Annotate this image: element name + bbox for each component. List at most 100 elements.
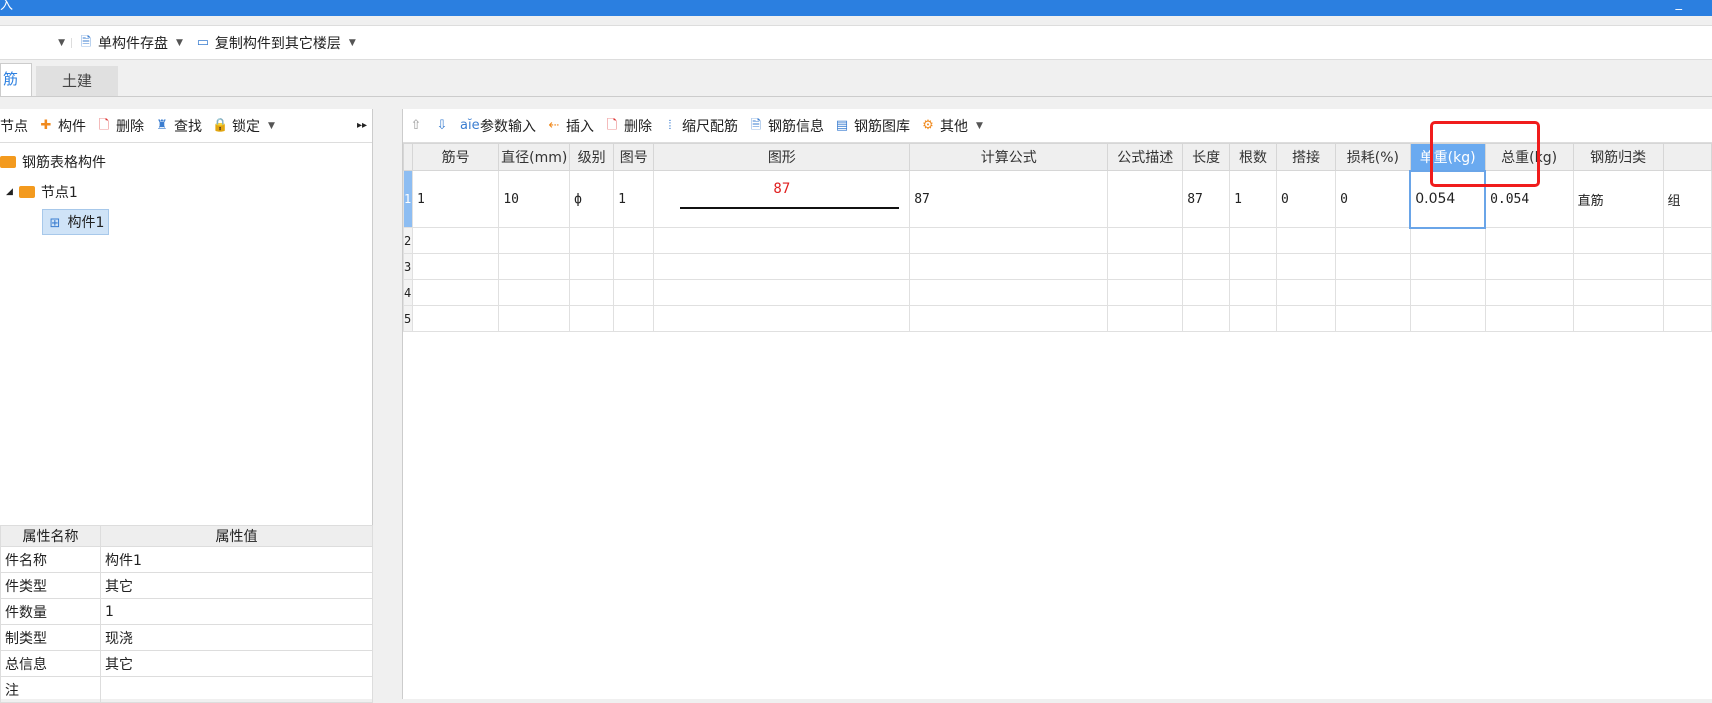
- grid-cell[interactable]: [1662, 305, 1712, 332]
- row-number[interactable]: 3: [403, 253, 413, 280]
- grid-cell[interactable]: [1484, 227, 1574, 254]
- grid-cell[interactable]: [1409, 279, 1486, 306]
- component-button[interactable]: ✚ 构件: [33, 116, 91, 136]
- grid-cell[interactable]: [613, 305, 655, 332]
- column-header[interactable]: 图号: [613, 143, 655, 171]
- tree-component[interactable]: ⊞ 构件1: [0, 207, 372, 237]
- grid-cell[interactable]: [1107, 253, 1184, 280]
- row-number[interactable]: 1: [403, 170, 413, 228]
- grid-cell[interactable]: [498, 253, 571, 280]
- grid-cell[interactable]: [411, 253, 500, 280]
- column-header[interactable]: 筋号: [411, 143, 500, 171]
- column-header[interactable]: 搭接: [1275, 143, 1337, 171]
- prop-value[interactable]: 1: [100, 598, 373, 625]
- grid-cell[interactable]: [569, 227, 615, 254]
- row-number[interactable]: 4: [403, 279, 413, 306]
- grid-cell[interactable]: [1409, 253, 1486, 280]
- collapse-icon[interactable]: ◢: [6, 187, 13, 197]
- tab-civil[interactable]: 土建: [36, 66, 118, 96]
- rebar-info-button[interactable]: 🗎 钢筋信息: [743, 116, 829, 136]
- scale-rebar-button[interactable]: ⦙ 缩尺配筋: [657, 116, 743, 136]
- move-down-button[interactable]: ⇩: [429, 118, 455, 134]
- grid-cell[interactable]: [1572, 253, 1664, 280]
- grid-cell[interactable]: [653, 227, 911, 254]
- column-header[interactable]: 长度: [1182, 143, 1231, 171]
- grid-cell[interactable]: [1107, 305, 1184, 332]
- grid-cell[interactable]: [1182, 279, 1231, 306]
- rebar-library-button[interactable]: ▤ 钢筋图库: [829, 116, 915, 136]
- column-header[interactable]: 钢筋归类: [1572, 143, 1664, 171]
- grid-cell[interactable]: [909, 279, 1109, 306]
- grid-cell[interactable]: [909, 305, 1109, 332]
- tab-rebar[interactable]: 筋: [0, 63, 32, 96]
- grid-cell[interactable]: [498, 279, 571, 306]
- grid-cell[interactable]: [1229, 279, 1277, 306]
- grid-cell[interactable]: [1182, 227, 1231, 254]
- other-button[interactable]: ⚙ 其他 ▼: [915, 116, 988, 136]
- corner-cell[interactable]: [403, 143, 413, 171]
- prop-value[interactable]: 构件1: [100, 546, 373, 573]
- grid-cell[interactable]: [1107, 227, 1184, 254]
- minimize-button[interactable]: _: [1676, 0, 1683, 10]
- grid-cell[interactable]: [1275, 305, 1337, 332]
- column-header[interactable]: 公式描述: [1107, 143, 1184, 171]
- grid-cell[interactable]: [653, 253, 911, 280]
- column-header[interactable]: 计算公式: [909, 143, 1109, 171]
- grid-cell[interactable]: [653, 305, 911, 332]
- grid-cell[interactable]: [613, 279, 655, 306]
- delete-button[interactable]: 🗋 删除: [91, 116, 149, 136]
- find-button[interactable]: ♜ 查找: [149, 116, 207, 136]
- grid-cell[interactable]: [1409, 227, 1486, 254]
- more-icon[interactable]: ▸▸: [352, 120, 372, 131]
- grid-cell[interactable]: [1662, 253, 1712, 280]
- delete-row-button[interactable]: 🗋 删除: [599, 116, 657, 136]
- row-number[interactable]: 2: [403, 227, 413, 254]
- grid-cell[interactable]: [1409, 305, 1486, 332]
- row-number[interactable]: 5: [403, 305, 413, 332]
- grid-cell[interactable]: 组: [1662, 170, 1712, 228]
- grid-cell[interactable]: [1182, 253, 1231, 280]
- column-header[interactable]: 损耗(%): [1335, 143, 1411, 171]
- grid-cell[interactable]: [411, 305, 500, 332]
- grid-cell[interactable]: [1484, 305, 1574, 332]
- grid-cell[interactable]: [1572, 227, 1664, 254]
- grid-cell[interactable]: [1107, 170, 1184, 228]
- lock-button[interactable]: 🔒 锁定 ▼: [207, 116, 280, 136]
- param-input-button[interactable]: aĭe 参数输入: [455, 116, 541, 136]
- grid-cell[interactable]: [613, 227, 655, 254]
- grid-cell[interactable]: [1335, 227, 1411, 254]
- prop-value[interactable]: 现浇: [100, 624, 373, 651]
- grid-cell[interactable]: 直筋: [1572, 170, 1664, 228]
- column-header[interactable]: 直径(mm): [498, 143, 571, 171]
- grid-cell[interactable]: [1662, 279, 1712, 306]
- grid-cell[interactable]: 87: [909, 170, 1109, 228]
- grid-cell[interactable]: [1484, 279, 1574, 306]
- grid-cell[interactable]: [411, 279, 500, 306]
- column-header[interactable]: 根数: [1229, 143, 1277, 171]
- grid-cell[interactable]: [909, 253, 1109, 280]
- grid-cell[interactable]: [1572, 279, 1664, 306]
- grid-cell[interactable]: [909, 227, 1109, 254]
- grid-cell[interactable]: ф: [569, 170, 615, 228]
- column-header[interactable]: 图形: [653, 143, 911, 171]
- insert-button[interactable]: ⇠ 插入: [541, 116, 599, 136]
- tree-node[interactable]: ◢ 节点1: [0, 177, 372, 207]
- grid-cell[interactable]: [1107, 279, 1184, 306]
- grid-cell[interactable]: [1662, 227, 1712, 254]
- grid-cell[interactable]: [1335, 305, 1411, 332]
- grid-cell[interactable]: [1335, 279, 1411, 306]
- grid-cell[interactable]: [1229, 227, 1277, 254]
- grid-cell[interactable]: 0: [1275, 170, 1337, 228]
- grid-cell[interactable]: [653, 279, 911, 306]
- dropdown[interactable]: ▼: [0, 37, 72, 48]
- grid-cell[interactable]: [1275, 227, 1337, 254]
- grid-cell[interactable]: [498, 305, 571, 332]
- grid-cell[interactable]: 10: [498, 170, 571, 228]
- shape-cell[interactable]: 87: [653, 170, 911, 228]
- move-up-button[interactable]: ⇧: [403, 118, 429, 134]
- grid-cell[interactable]: 87: [1182, 170, 1231, 228]
- tree-root[interactable]: 钢筋表格构件: [0, 147, 372, 177]
- column-header[interactable]: [1662, 143, 1712, 171]
- prop-value[interactable]: 其它: [100, 572, 373, 599]
- column-header[interactable]: 级别: [569, 143, 615, 171]
